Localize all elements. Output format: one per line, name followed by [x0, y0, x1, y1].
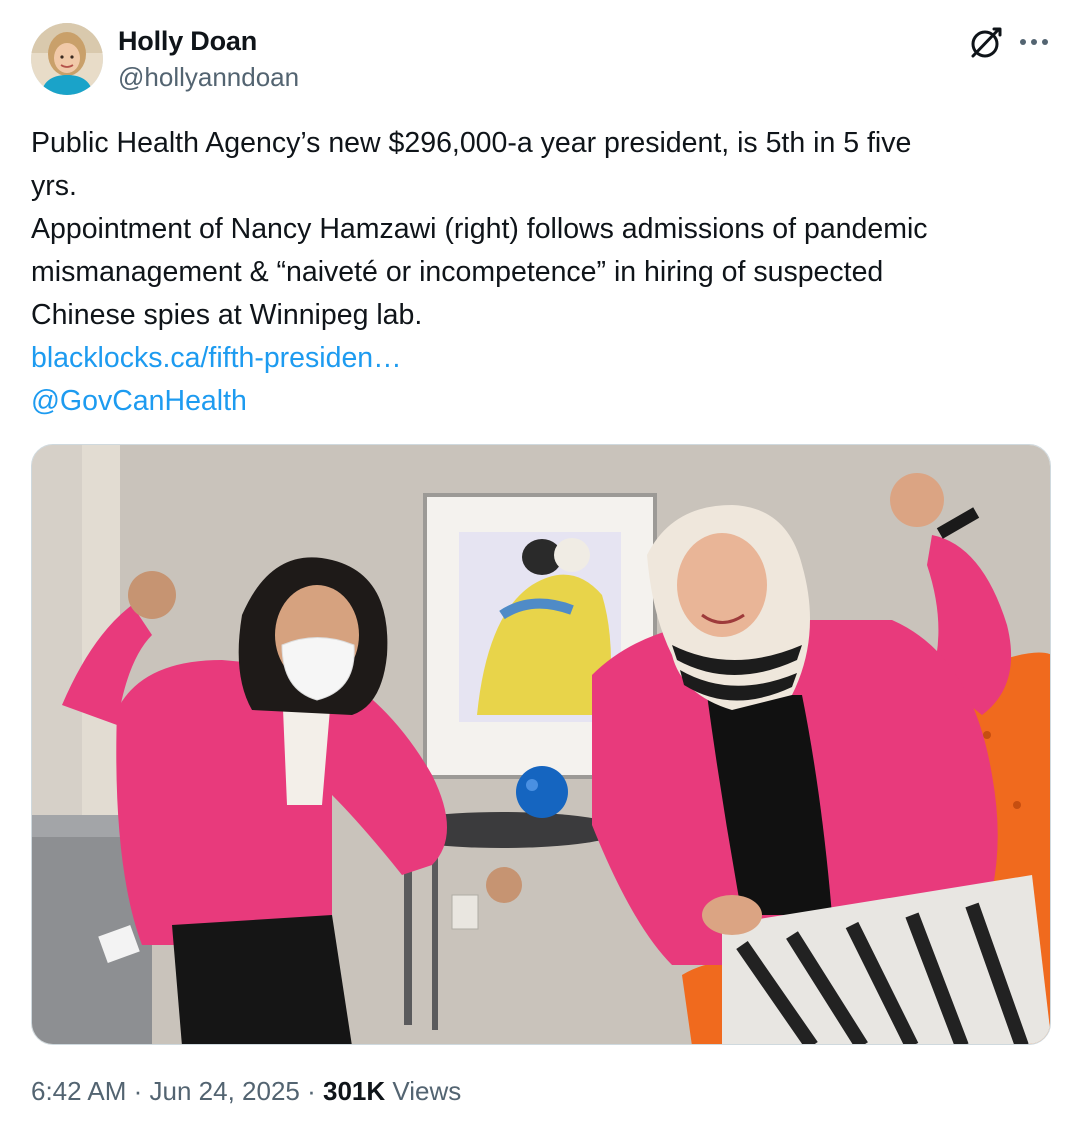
tweet-text-line: yrs. [31, 170, 77, 202]
tweet-text: Public Health Agency’s new $296,000-a ye… [31, 122, 1051, 423]
photo-illustration [32, 445, 1050, 1044]
author-name[interactable]: Holly Doan [118, 26, 257, 57]
mention-link[interactable]: @GovCanHealth [31, 380, 1051, 423]
tweet-text-line: Chinese spies at Winnipeg lab. [31, 299, 423, 331]
avatar-image [31, 23, 103, 95]
author-handle[interactable]: @hollyanndoan [118, 62, 299, 93]
views-count[interactable]: 301K [323, 1076, 385, 1106]
views-label: Views [385, 1076, 462, 1106]
tweet-meta: 6:42 AM · Jun 24, 2025 · 301K Views [31, 1076, 461, 1107]
tweet-card: Holly Doan @hollyanndoan Public Health A… [0, 0, 1078, 1127]
article-link[interactable]: blacklocks.ca/fifth-presiden… [31, 337, 1051, 380]
tweet-text-line: Appointment of Nancy Hamzawi (right) fol… [31, 213, 928, 245]
tweet-date[interactable]: Jun 24, 2025 [150, 1076, 300, 1106]
tweet-text-line: mismanagement & “naiveté or incompetence… [31, 256, 884, 288]
avatar[interactable] [31, 23, 103, 95]
tweet-text-line: Public Health Agency’s new $296,000-a ye… [31, 127, 912, 159]
more-icon[interactable] [1017, 30, 1051, 54]
tweet-photo[interactable] [31, 444, 1051, 1045]
meta-separator: · [126, 1076, 150, 1106]
meta-separator: · [299, 1076, 323, 1106]
tweet-time[interactable]: 6:42 AM [31, 1076, 126, 1106]
grok-icon[interactable] [967, 25, 1003, 61]
